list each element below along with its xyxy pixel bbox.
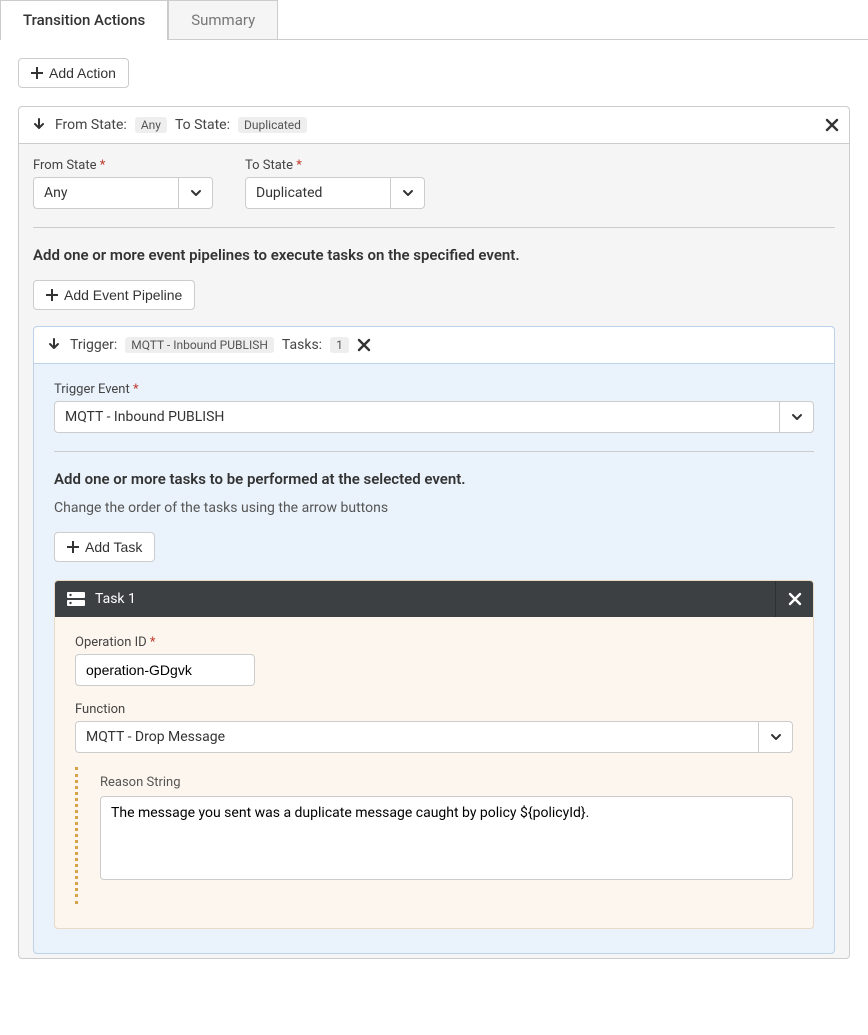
tasks-section-title: Add one or more tasks to be performed at… <box>54 470 814 488</box>
reason-string-section: Reason String <box>75 767 793 904</box>
add-event-pipeline-button[interactable]: Add Event Pipeline <box>33 280 195 310</box>
from-state-header-label: From State: <box>55 117 127 133</box>
task-icon <box>67 591 85 607</box>
divider <box>33 227 835 228</box>
reason-string-label: Reason String <box>100 775 793 790</box>
to-state-select[interactable]: Duplicated <box>245 177 425 209</box>
add-event-pipeline-label: Add Event Pipeline <box>64 287 182 303</box>
required-asterisk: * <box>133 382 139 397</box>
pipelines-section-title: Add one or more event pipelines to execu… <box>33 246 835 264</box>
arrow-down-icon <box>31 117 47 133</box>
tab-transition-actions[interactable]: Transition Actions <box>0 0 168 39</box>
tab-summary[interactable]: Summary <box>168 0 278 39</box>
transition-panel-header: From State: Any To State: Duplicated <box>19 107 849 144</box>
add-action-button[interactable]: Add Action <box>18 58 129 88</box>
required-asterisk: * <box>296 158 302 173</box>
function-select-value: MQTT - Drop Message <box>76 729 758 745</box>
close-pipeline-button[interactable] <box>357 338 371 352</box>
tab-label: Transition Actions <box>23 11 145 29</box>
label-text: Trigger Event <box>54 382 130 397</box>
reason-string-textarea[interactable] <box>100 796 793 880</box>
task-panel-header: Task 1 <box>55 581 813 617</box>
plus-icon <box>46 289 58 301</box>
from-state-header-value: Any <box>135 117 167 133</box>
tasks-subtext: Change the order of the tasks using the … <box>54 500 814 516</box>
tasks-header-label: Tasks: <box>282 337 322 353</box>
tasks-count-badge: 1 <box>330 337 349 353</box>
from-state-select[interactable]: Any <box>33 177 213 209</box>
tabs-bar: Transition Actions Summary <box>0 0 868 40</box>
tab-label: Summary <box>191 11 255 29</box>
to-state-header-value: Duplicated <box>238 117 307 133</box>
task-panel: Task 1 Operation ID * <box>54 580 814 929</box>
operation-id-field-label: Operation ID * <box>75 635 793 650</box>
close-task-button[interactable] <box>775 581 813 617</box>
function-select[interactable]: MQTT - Drop Message <box>75 721 793 753</box>
close-transition-button[interactable] <box>825 118 839 132</box>
to-state-select-value: Duplicated <box>246 185 390 201</box>
chevron-down-icon <box>758 722 792 752</box>
add-task-label: Add Task <box>85 539 142 555</box>
chevron-down-icon <box>779 402 813 432</box>
label-text: Operation ID <box>75 635 147 650</box>
required-asterisk: * <box>150 635 156 650</box>
plus-icon <box>67 541 79 553</box>
add-action-label: Add Action <box>49 65 116 81</box>
transition-panel: From State: Any To State: Duplicated Fro… <box>18 106 850 959</box>
to-state-field-label: To State * <box>245 158 425 173</box>
add-task-button[interactable]: Add Task <box>54 532 155 562</box>
operation-id-input[interactable] <box>75 654 255 686</box>
from-state-select-value: Any <box>34 185 178 201</box>
pipeline-panel-header: Trigger: MQTT - Inbound PUBLISH Tasks: 1 <box>34 327 834 364</box>
divider <box>54 451 814 452</box>
trigger-header-value: MQTT - Inbound PUBLISH <box>125 337 274 353</box>
pipeline-panel: Trigger: MQTT - Inbound PUBLISH Tasks: 1… <box>33 326 835 954</box>
trigger-event-select-value: MQTT - Inbound PUBLISH <box>55 409 779 425</box>
function-field-label: Function <box>75 702 793 717</box>
trigger-header-label: Trigger: <box>70 337 117 353</box>
to-state-header-label: To State: <box>175 117 230 133</box>
plus-icon <box>31 67 43 79</box>
label-text: To State <box>245 158 293 173</box>
arrow-down-icon <box>46 337 62 353</box>
trigger-event-select[interactable]: MQTT - Inbound PUBLISH <box>54 401 814 433</box>
chevron-down-icon <box>178 178 212 208</box>
label-text: From State <box>33 158 97 173</box>
required-asterisk: * <box>100 158 106 173</box>
chevron-down-icon <box>390 178 424 208</box>
trigger-event-field-label: Trigger Event * <box>54 382 814 397</box>
task-title: Task 1 <box>95 591 136 607</box>
from-state-field-label: From State * <box>33 158 213 173</box>
